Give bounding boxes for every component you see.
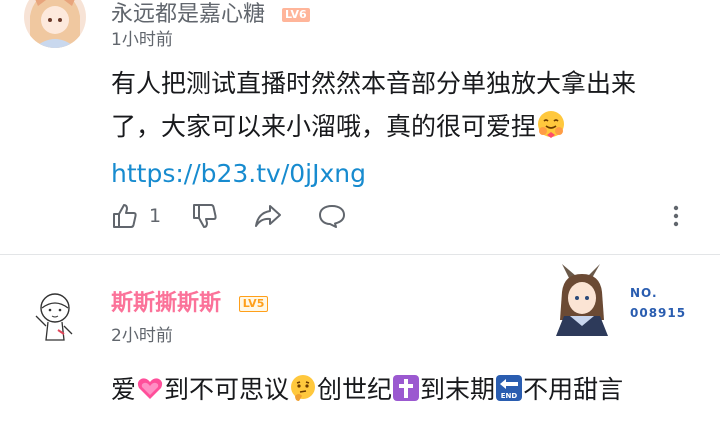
reply-button[interactable] [317,202,347,230]
like-count: 1 [149,205,162,227]
comment-actions: 1 [111,202,691,242]
comment-text: 爱 到不可思议 创世纪 到末期 END 不用甜言 [111,368,623,415]
comment-bubble-icon [319,205,345,228]
avatar[interactable] [24,0,86,48]
comment-item: 斯斯撕斯斯 LV5 2小时前 NO. 008915 爱 到不可思议 创世纪 到末… [0,254,720,424]
dislike-button[interactable] [191,202,219,230]
comment-time: 1小时前 [111,30,173,50]
level-badge: LV6 [282,8,310,22]
comment-link[interactable]: https://b23.tv/0jJxng [111,152,636,195]
comment-text-line: 有人把测试直播时然然本音部分单独放大拿出来 [111,69,637,98]
fan-badge: NO. 008915 [548,264,698,336]
avatar[interactable] [24,286,86,348]
username[interactable]: 永远都是嘉心糖 LV6 [111,0,310,28]
comment-text-segment: 爱 [111,375,137,404]
thumbs-down-icon [193,204,217,228]
more-options-button[interactable] [669,202,683,230]
pink-heart-emoji [136,372,164,415]
level-badge: LV5 [238,296,269,312]
fan-badge-label: NO. [630,286,658,300]
comment-text-segment: 到不可思议 [164,375,290,404]
share-icon [255,205,281,227]
thinking-face-emoji [289,372,317,415]
username-text: 永远都是嘉心糖 [111,2,266,27]
comment-text-line-2: 了，大家可以来小溜哦，真的很可爱捏 [111,105,636,152]
comment-time: 2小时前 [111,326,173,346]
svg-text:END: END [501,392,518,400]
comment-text-line-2-text: 了，大家可以来小溜哦，真的很可爱捏 [111,112,537,141]
hugging-face-emoji [536,109,566,152]
like-button[interactable]: 1 [111,202,161,230]
username-text: 斯斯撕斯斯 [111,291,222,316]
comment-text: 有人把测试直播时然然本音部分单独放大拿出来 了，大家可以来小溜哦，真的很可爱捏 … [111,62,636,195]
latin-cross-emoji [392,372,420,415]
more-vertical-icon [673,205,679,227]
thumbs-up-icon [113,204,137,228]
comment-text-segment: 到末期 [420,375,496,404]
comment-text-segment: 创世纪 [317,375,393,404]
comment-item: 永远都是嘉心糖 LV6 1小时前 有人把测试直播时然然本音部分单独放大拿出来 了… [0,0,720,254]
end-arrow-emoji: END [495,372,523,415]
comment-text-segment: 不用甜言 [523,375,624,404]
share-button[interactable] [253,202,283,230]
fan-badge-avatar [556,264,608,336]
username[interactable]: 斯斯撕斯斯 LV5 [111,285,269,317]
fan-badge-number: 008915 [630,306,687,320]
